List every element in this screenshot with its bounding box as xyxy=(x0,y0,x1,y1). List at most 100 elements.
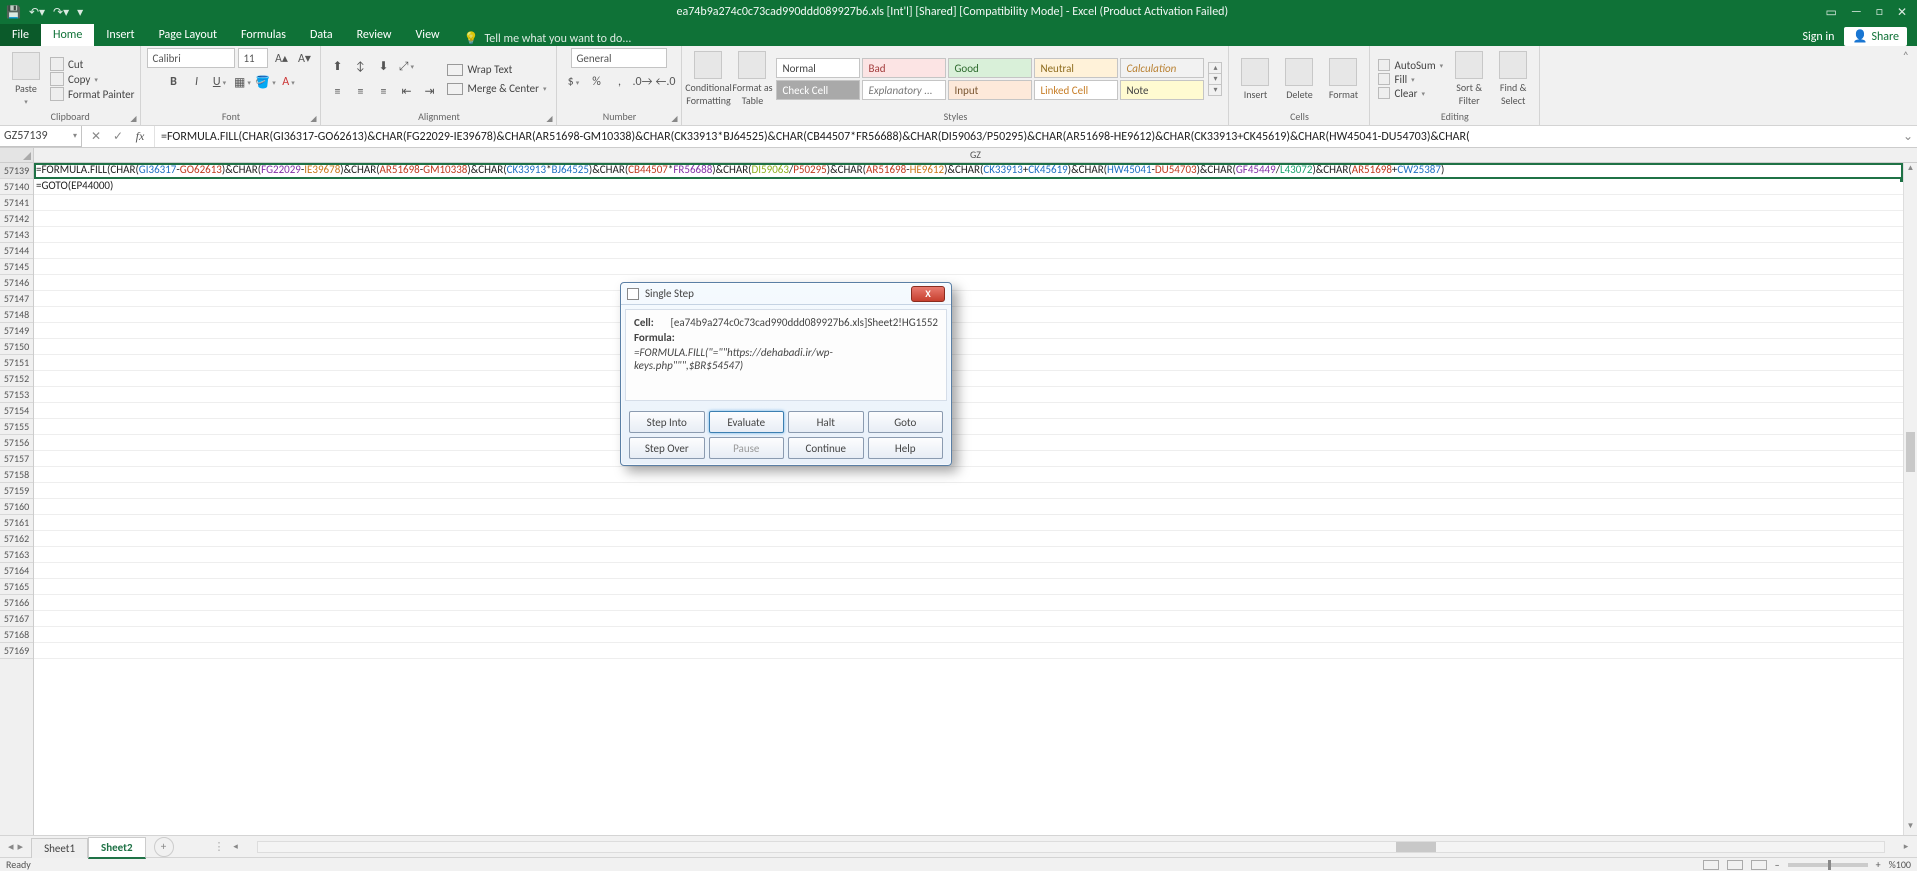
row-header[interactable]: 57157 xyxy=(0,451,33,467)
step-into-button[interactable]: Step Into xyxy=(629,411,705,433)
new-sheet-button[interactable]: + xyxy=(154,837,174,857)
italic-button[interactable]: I xyxy=(186,72,206,92)
style-input[interactable]: Input xyxy=(948,80,1032,100)
row-header[interactable]: 57148 xyxy=(0,307,33,323)
row-header[interactable]: 57164 xyxy=(0,563,33,579)
view-page-layout-button[interactable] xyxy=(1727,860,1743,870)
pause-button[interactable]: Pause xyxy=(709,437,785,459)
scroll-thumb[interactable] xyxy=(1906,432,1915,472)
scroll-right-icon[interactable]: ▸ xyxy=(1899,841,1913,852)
accounting-button[interactable]: $ xyxy=(563,72,583,92)
tab-data[interactable]: Data xyxy=(298,24,345,46)
row-header[interactable]: 57153 xyxy=(0,387,33,403)
step-over-button[interactable]: Step Over xyxy=(629,437,705,459)
font-color-button[interactable]: A xyxy=(278,72,298,92)
cell[interactable] xyxy=(34,499,1917,515)
tell-me[interactable]: 💡 Tell me what you want to do... xyxy=(452,31,644,46)
share-button[interactable]: 👤 Share xyxy=(1844,27,1907,46)
cell[interactable] xyxy=(34,579,1917,595)
cell[interactable] xyxy=(34,435,1917,451)
row-header[interactable]: 57160 xyxy=(0,499,33,515)
tab-view[interactable]: View xyxy=(404,24,452,46)
format-cells-button[interactable]: Format xyxy=(1323,58,1363,101)
bold-button[interactable]: B xyxy=(163,72,183,92)
cell[interactable] xyxy=(34,323,1917,339)
cell[interactable] xyxy=(34,531,1917,547)
style-normal[interactable]: Normal xyxy=(776,58,860,78)
cell[interactable] xyxy=(34,467,1917,483)
number-format-select[interactable] xyxy=(571,48,667,68)
dialog-titlebar[interactable]: Single Step X xyxy=(621,283,951,305)
clear-button[interactable]: Clear▾ xyxy=(1376,87,1445,100)
row-header[interactable]: 57155 xyxy=(0,419,33,435)
grow-font-button[interactable]: A▴ xyxy=(271,48,291,68)
insert-cells-button[interactable]: Insert xyxy=(1235,58,1275,101)
cell[interactable] xyxy=(34,227,1917,243)
align-right-button[interactable]: ≡ xyxy=(373,82,393,102)
row-header[interactable]: 57156 xyxy=(0,435,33,451)
row-header[interactable]: 57159 xyxy=(0,483,33,499)
row-header[interactable]: 57144 xyxy=(0,243,33,259)
cell[interactable] xyxy=(34,243,1917,259)
minimize-icon[interactable]: — xyxy=(1851,5,1862,19)
horizontal-scrollbar[interactable]: ◂ ▸ xyxy=(225,841,1917,853)
scroll-left-icon[interactable]: ◂ xyxy=(229,841,243,852)
row-header[interactable]: 57169 xyxy=(0,643,33,659)
copy-button[interactable]: Copy▾ xyxy=(50,72,134,86)
cut-button[interactable]: Cut xyxy=(50,57,134,71)
border-button[interactable]: ▦ xyxy=(232,72,252,92)
undo-icon[interactable]: ↶▾ xyxy=(29,5,45,20)
cell[interactable] xyxy=(34,403,1917,419)
scroll-up-icon[interactable]: ▲ xyxy=(1904,163,1917,177)
row-header[interactable]: 57165 xyxy=(0,579,33,595)
redo-icon[interactable]: ↷▾ xyxy=(53,5,69,20)
tab-file[interactable]: File xyxy=(0,24,41,46)
select-all-corner[interactable] xyxy=(0,148,34,163)
cell[interactable] xyxy=(34,451,1917,467)
row-header[interactable]: 57152 xyxy=(0,371,33,387)
comma-button[interactable]: , xyxy=(609,72,629,92)
fill-button[interactable]: Fill▾ xyxy=(1376,73,1445,86)
column-headers[interactable]: GZ xyxy=(34,148,1917,163)
style-linked[interactable]: Linked Cell xyxy=(1034,80,1118,100)
style-calculation[interactable]: Calculation xyxy=(1120,58,1204,78)
row-header[interactable]: 57145 xyxy=(0,259,33,275)
zoom-in-button[interactable]: + xyxy=(1876,858,1881,871)
cell[interactable] xyxy=(34,611,1917,627)
row-header[interactable]: 57149 xyxy=(0,323,33,339)
close-icon[interactable]: ✕ xyxy=(1897,5,1907,20)
cell[interactable] xyxy=(34,563,1917,579)
cell[interactable] xyxy=(34,307,1917,323)
conditional-formatting-button[interactable]: Conditional Formatting xyxy=(688,51,728,107)
goto-button[interactable]: Goto xyxy=(868,411,944,433)
cell[interactable] xyxy=(34,339,1917,355)
increase-decimal-button[interactable]: .0→ xyxy=(632,72,652,92)
name-box[interactable]: GZ57139 xyxy=(0,126,82,147)
row-header[interactable]: 57154 xyxy=(0,403,33,419)
insert-function-icon[interactable]: fx xyxy=(130,129,150,144)
align-bottom-button[interactable]: ⬇ xyxy=(373,57,393,77)
continue-button[interactable]: Continue xyxy=(788,437,864,459)
tab-nav[interactable]: ◂▸ xyxy=(0,840,31,853)
row-header[interactable]: 57141 xyxy=(0,195,33,211)
cell[interactable] xyxy=(34,291,1917,307)
row-header[interactable]: 57140 xyxy=(0,179,33,195)
tab-insert[interactable]: Insert xyxy=(94,24,146,46)
row-header[interactable]: 57167 xyxy=(0,611,33,627)
evaluate-button[interactable]: Evaluate xyxy=(709,411,785,433)
vertical-scrollbar[interactable]: ▲ ▼ xyxy=(1903,163,1917,835)
underline-button[interactable]: U xyxy=(209,72,229,92)
align-middle-button[interactable]: ↕ xyxy=(350,57,370,77)
view-page-break-button[interactable] xyxy=(1751,860,1767,870)
align-left-button[interactable]: ≡ xyxy=(327,82,347,102)
formula-input[interactable]: =FORMULA.FILL(CHAR(GI36317-GO62613)&CHAR… xyxy=(155,130,1899,144)
halt-button[interactable]: Halt xyxy=(788,411,864,433)
zoom-value[interactable]: %100 xyxy=(1889,858,1911,871)
cell[interactable] xyxy=(34,195,1917,211)
tab-review[interactable]: Review xyxy=(345,24,404,46)
style-check-cell[interactable]: Check Cell xyxy=(776,80,860,100)
enter-formula-icon[interactable]: ✓ xyxy=(108,129,128,144)
style-explanatory[interactable]: Explanatory ... xyxy=(862,80,946,100)
dialog-close-button[interactable]: X xyxy=(911,286,945,302)
row-header[interactable]: 57151 xyxy=(0,355,33,371)
